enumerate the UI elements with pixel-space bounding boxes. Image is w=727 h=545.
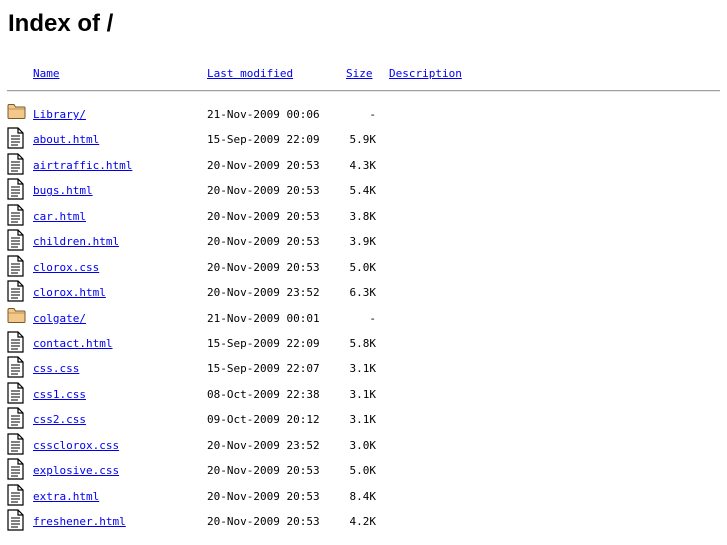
entry-last-modified: 20-Nov-2009 23:52 bbox=[207, 438, 320, 452]
entry-name-link[interactable]: css.css bbox=[33, 362, 79, 376]
entry-size: 5.4K bbox=[349, 184, 377, 198]
entry-name-link[interactable]: Library/ bbox=[33, 108, 86, 122]
entry-last-modified: 15-Sep-2009 22:09 bbox=[207, 336, 320, 350]
entry-last-modified: 20-Nov-2009 20:53 bbox=[207, 235, 320, 249]
entry-last-modified: 20-Nov-2009 23:52 bbox=[207, 286, 320, 300]
listing-row: clorox.css 20-Nov-2009 20:53 5.0K bbox=[0, 255, 727, 280]
text-file-icon bbox=[7, 178, 26, 200]
text-file-icon bbox=[7, 204, 26, 226]
listing-row: children.html 20-Nov-2009 20:53 3.9K bbox=[0, 229, 727, 254]
entry-name-link[interactable]: car.html bbox=[33, 210, 86, 224]
listing-row: Library/ 21-Nov-2009 00:06 - bbox=[0, 102, 727, 127]
sort-by-last-modified-link[interactable]: Last modified bbox=[207, 67, 293, 81]
listing-row: about.html 15-Sep-2009 22:09 5.9K bbox=[0, 127, 727, 152]
text-file-icon bbox=[7, 280, 26, 302]
entry-name-link[interactable]: about.html bbox=[33, 133, 99, 147]
listing-row: css1.css 08-Oct-2009 22:38 3.1K bbox=[0, 382, 727, 407]
listing-row: css2.css 09-Oct-2009 20:12 3.1K bbox=[0, 407, 727, 432]
entry-name-link[interactable]: css1.css bbox=[33, 388, 86, 402]
column-header-row: Name Last modified Size Description bbox=[0, 67, 727, 83]
listing-row: explosive.css 20-Nov-2009 20:53 5.0K bbox=[0, 458, 727, 483]
entry-name-link[interactable]: freshener.html bbox=[33, 515, 126, 529]
entry-name-link[interactable]: clorox.html bbox=[33, 286, 106, 300]
text-file-icon bbox=[7, 458, 26, 480]
entry-size: 5.8K bbox=[349, 336, 377, 350]
entry-name-link[interactable]: contact.html bbox=[33, 337, 112, 351]
entry-size: 3.1K bbox=[349, 413, 377, 427]
entry-size: 3.1K bbox=[349, 362, 377, 376]
entry-last-modified: 21-Nov-2009 00:06 bbox=[207, 108, 320, 121]
text-file-icon bbox=[7, 382, 26, 404]
entry-last-modified: 08-Oct-2009 22:38 bbox=[207, 387, 320, 401]
entry-name-link[interactable]: colgate/ bbox=[33, 312, 86, 326]
folder-icon bbox=[7, 102, 26, 124]
entry-name-link[interactable]: children.html bbox=[33, 235, 119, 249]
entry-last-modified: 20-Nov-2009 20:53 bbox=[207, 158, 320, 172]
listing-row: colgate/ 21-Nov-2009 00:01 - bbox=[0, 306, 727, 331]
entry-size: 5.0K bbox=[349, 260, 377, 274]
entry-last-modified: 20-Nov-2009 20:53 bbox=[207, 209, 320, 223]
text-file-icon bbox=[7, 127, 26, 150]
folder-icon bbox=[7, 306, 26, 328]
text-file-icon bbox=[7, 483, 26, 506]
text-file-icon bbox=[7, 153, 26, 175]
text-file-icon bbox=[7, 331, 26, 353]
entry-name-link[interactable]: airtraffic.html bbox=[33, 159, 132, 173]
entry-size: 4.3K bbox=[349, 158, 377, 172]
text-file-icon bbox=[7, 356, 26, 378]
entry-size: 3.0K bbox=[349, 438, 377, 452]
sort-by-description-link[interactable]: Description bbox=[389, 67, 462, 81]
listing-row: freshener.html 20-Nov-2009 20:53 4.2K bbox=[0, 509, 727, 534]
listing-row: car.html 20-Nov-2009 20:53 3.8K bbox=[0, 204, 727, 229]
entry-name-link[interactable]: bugs.html bbox=[33, 184, 93, 198]
entry-size: 3.8K bbox=[349, 209, 377, 223]
text-file-icon bbox=[7, 255, 26, 277]
sort-by-name-link[interactable]: Name bbox=[33, 67, 60, 81]
listing-row: bugs.html 20-Nov-2009 20:53 5.4K bbox=[0, 178, 727, 203]
entry-last-modified: 20-Nov-2009 20:53 bbox=[207, 184, 320, 198]
entry-size: 8.4K bbox=[349, 489, 377, 503]
entry-last-modified: 09-Oct-2009 20:12 bbox=[207, 413, 320, 427]
listing-row: css.css 15-Sep-2009 22:07 3.1K bbox=[0, 356, 727, 381]
entry-last-modified: 20-Nov-2009 20:53 bbox=[207, 260, 320, 274]
text-file-icon bbox=[7, 509, 26, 531]
entry-last-modified: 21-Nov-2009 00:01 bbox=[207, 311, 320, 325]
entry-name-link[interactable]: extra.html bbox=[33, 490, 99, 504]
listing-row: extra.html 20-Nov-2009 20:53 8.4K bbox=[0, 483, 727, 509]
entry-name-link[interactable]: cssclorox.css bbox=[33, 439, 119, 453]
listing-row: airtraffic.html 20-Nov-2009 20:53 4.3K bbox=[0, 153, 727, 178]
header-divider bbox=[7, 90, 720, 92]
entry-size: 3.1K bbox=[349, 387, 377, 401]
entry-size: 5.9K bbox=[349, 133, 377, 147]
listing-row: clorox.html 20-Nov-2009 23:52 6.3K bbox=[0, 280, 727, 305]
text-file-icon bbox=[7, 229, 26, 251]
entry-last-modified: 20-Nov-2009 20:53 bbox=[207, 489, 320, 503]
listing-row: cssclorox.css 20-Nov-2009 23:52 3.0K bbox=[0, 433, 727, 458]
listing-row: contact.html 15-Sep-2009 22:09 5.8K bbox=[0, 331, 727, 356]
entry-last-modified: 15-Sep-2009 22:07 bbox=[207, 362, 320, 376]
entry-name-link[interactable]: css2.css bbox=[33, 413, 86, 427]
entry-last-modified: 20-Nov-2009 20:53 bbox=[207, 515, 320, 528]
entry-size: - bbox=[369, 108, 376, 121]
page-title: Index of / bbox=[8, 10, 114, 37]
entry-name-link[interactable]: explosive.css bbox=[33, 464, 119, 478]
entry-last-modified: 20-Nov-2009 20:53 bbox=[207, 464, 320, 478]
entry-size: 3.9K bbox=[349, 235, 377, 249]
entry-size: 5.0K bbox=[349, 464, 377, 478]
entry-size: 6.3K bbox=[349, 286, 377, 300]
text-file-icon bbox=[7, 433, 26, 455]
entry-size: 4.2K bbox=[349, 515, 377, 528]
entry-size: - bbox=[369, 311, 376, 325]
directory-listing: Library/ 21-Nov-2009 00:06 - about.html … bbox=[0, 102, 727, 534]
sort-by-size-link[interactable]: Size bbox=[346, 67, 373, 81]
entry-last-modified: 15-Sep-2009 22:09 bbox=[207, 133, 320, 147]
entry-name-link[interactable]: clorox.css bbox=[33, 261, 99, 275]
text-file-icon bbox=[7, 407, 26, 429]
